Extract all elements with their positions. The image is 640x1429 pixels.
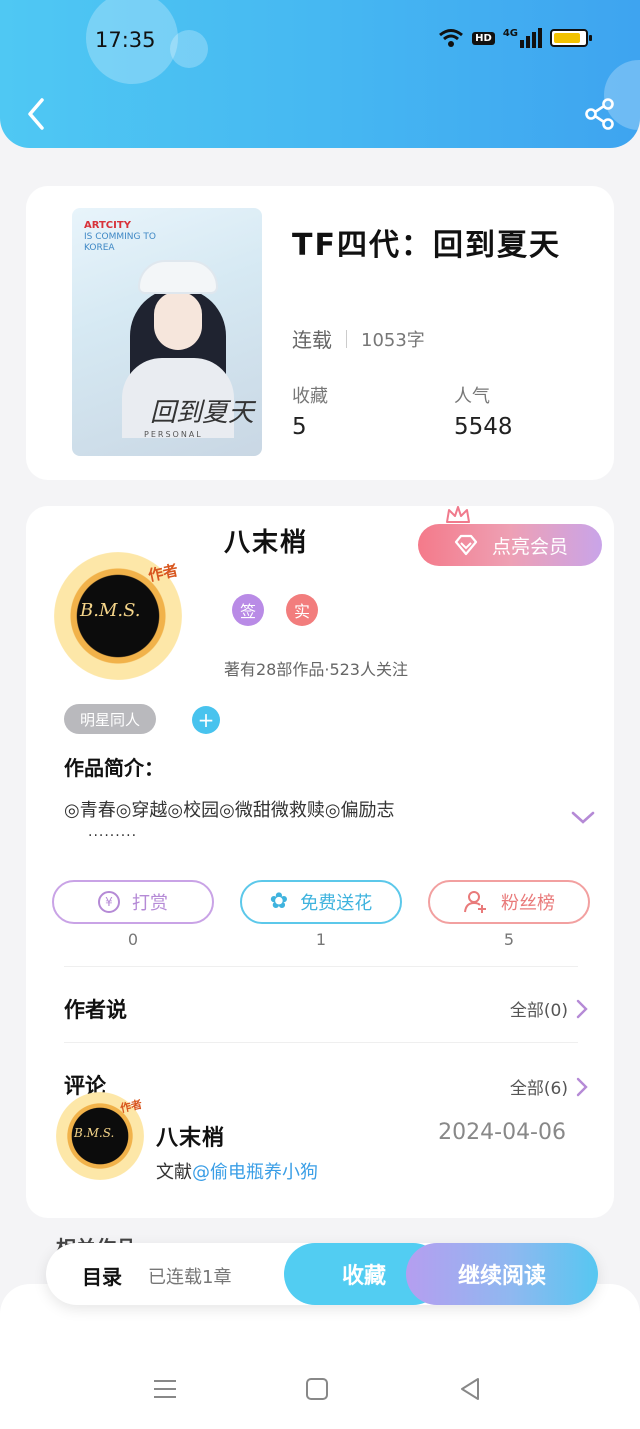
comment-prefix: 文献 bbox=[156, 1162, 192, 1183]
add-tag-button[interactable]: + bbox=[192, 706, 220, 734]
hd-badge: HD bbox=[472, 31, 495, 45]
intro-ellipsis: ········· bbox=[88, 828, 138, 844]
author-tag: 作者 bbox=[146, 561, 180, 585]
menu-icon[interactable] bbox=[152, 1376, 178, 1402]
cover-calligraphy: 回到夏天 bbox=[150, 398, 255, 428]
share-icon[interactable] bbox=[582, 96, 618, 132]
fan-rank-button[interactable]: 粉丝榜 bbox=[428, 880, 590, 924]
comment-mention[interactable]: @偷电瓶养小狗 bbox=[192, 1162, 318, 1183]
header-bar: 17:35 HD 4G bbox=[0, 0, 640, 148]
chevron-right-icon bbox=[576, 999, 588, 1018]
diamond-icon bbox=[454, 534, 478, 556]
avatar-signature: B.M.S. bbox=[80, 600, 141, 621]
flower-icon: ✿ bbox=[269, 889, 289, 914]
cover-personal: PERSONAL bbox=[144, 430, 203, 439]
toc-status: 已连载1章 bbox=[148, 1267, 232, 1288]
favorites-value: 5 bbox=[292, 414, 307, 440]
flower-count: 1 bbox=[315, 930, 327, 949]
book-title: TF四代：回到夏天 bbox=[292, 228, 561, 263]
continue-reading-button[interactable]: 继续阅读 bbox=[406, 1243, 598, 1305]
genre-tag[interactable]: 明星同人 bbox=[64, 704, 157, 734]
comment-text[interactable]: 文献@偷电瓶养小狗 bbox=[156, 1158, 318, 1184]
toc-button[interactable]: 目录 bbox=[82, 1261, 122, 1290]
divider bbox=[64, 966, 578, 967]
fan-rank-icon bbox=[464, 891, 486, 913]
intro-title: 作品简介： bbox=[64, 756, 164, 780]
chevron-right-icon bbox=[576, 1077, 588, 1096]
book-cover[interactable]: ARTCITY IS COMMING TO KOREA 回到夏天 PERSONA… bbox=[72, 208, 262, 456]
status-icons: HD 4G bbox=[438, 28, 592, 48]
word-count: 1053字 bbox=[361, 329, 425, 351]
send-flower-button[interactable]: ✿ 免费送花 bbox=[240, 880, 402, 924]
fan-rank-label: 粉丝榜 bbox=[501, 893, 555, 914]
author-says-more[interactable]: 全部(0) bbox=[510, 996, 588, 1021]
meta-divider bbox=[346, 329, 347, 348]
back-arrow-icon[interactable] bbox=[22, 96, 52, 132]
vip-button[interactable]: 点亮会员 bbox=[418, 524, 602, 566]
yen-coin-icon: ¥ bbox=[98, 891, 120, 913]
author-stats: 著有28部作品·523人关注 bbox=[224, 660, 408, 679]
bottom-area bbox=[0, 1284, 640, 1429]
status-time: 17:35 bbox=[95, 28, 156, 52]
back-triangle-icon[interactable] bbox=[458, 1376, 482, 1402]
sign-badge: 签 bbox=[232, 594, 264, 626]
cover-figure-face bbox=[154, 292, 202, 350]
chevron-down-icon[interactable] bbox=[570, 808, 596, 828]
author-says-title: 作者说 bbox=[64, 998, 127, 1022]
battery-icon bbox=[550, 29, 592, 47]
cover-sub-text: IS COMMING TO KOREA bbox=[84, 232, 156, 253]
decor-bubble bbox=[170, 30, 208, 68]
popularity-label: 人气 bbox=[454, 386, 490, 407]
send-flower-label: 免费送花 bbox=[300, 893, 373, 914]
comments-more-label: 全部(6) bbox=[509, 1079, 568, 1099]
wifi-icon bbox=[439, 29, 464, 47]
author-tag: 作者 bbox=[118, 1097, 144, 1116]
avatar-signature: B.M.S. bbox=[74, 1126, 115, 1140]
comments-more[interactable]: 全部(6) bbox=[510, 1074, 588, 1099]
bottom-action-bar: 目录 已连载1章 收藏 继续阅读 bbox=[46, 1243, 598, 1305]
cover-art-text: ARTCITY bbox=[84, 220, 131, 231]
reward-count: 0 bbox=[127, 930, 139, 949]
reward-button[interactable]: ¥ 打赏 bbox=[52, 880, 214, 924]
serial-status: 连载 bbox=[292, 328, 332, 352]
popularity-value: 5548 bbox=[454, 414, 513, 440]
reward-label: 打赏 bbox=[132, 893, 168, 914]
author-says-more-label: 全部(0) bbox=[509, 1001, 568, 1021]
crown-icon bbox=[446, 506, 470, 523]
comment-avatar[interactable]: B.M.S. 作者 bbox=[56, 1092, 144, 1180]
intro-text: ◎青春◎穿越◎校园◎微甜微救赎◎偏励志 bbox=[64, 800, 395, 821]
favorites-label: 收藏 bbox=[292, 386, 328, 407]
author-name[interactable]: 八末梢 bbox=[224, 522, 308, 559]
author-card: B.M.S. 作者 八末梢 点亮会员 签 实 著有28部作品·523人关注 明星… bbox=[26, 506, 614, 1218]
network-label: 4G bbox=[502, 28, 518, 39]
cover-figure-hat bbox=[138, 260, 218, 294]
fan-rank-count: 5 bbox=[503, 930, 515, 949]
verified-badge: 实 bbox=[286, 594, 318, 626]
author-avatar[interactable]: B.M.S. 作者 bbox=[54, 552, 182, 680]
vip-button-label: 点亮会员 bbox=[491, 535, 568, 558]
home-square-icon[interactable] bbox=[305, 1376, 329, 1402]
comment-author-name[interactable]: 八末梢 bbox=[156, 1120, 225, 1152]
signal-icon: 4G bbox=[503, 28, 542, 48]
comment-date: 2024-04-06 bbox=[438, 1120, 566, 1145]
book-info-card: ARTCITY IS COMMING TO KOREA 回到夏天 PERSONA… bbox=[26, 186, 614, 480]
book-meta: 连载 1053字 bbox=[292, 324, 425, 353]
divider bbox=[64, 1042, 578, 1043]
